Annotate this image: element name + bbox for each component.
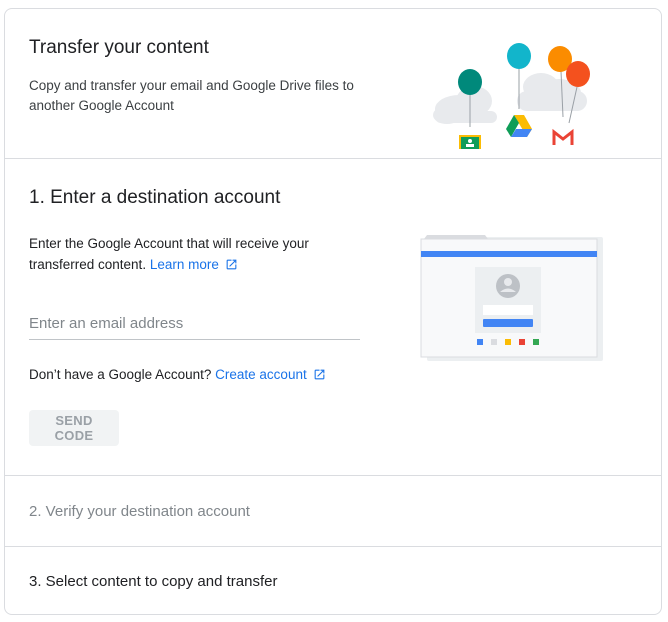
no-account-text: Don’t have a Google Account? <box>29 367 212 382</box>
user-avatar-icon <box>496 274 520 298</box>
page-title: Transfer your content <box>29 37 209 58</box>
no-account-row: Don’t have a Google Account? Create acco… <box>29 367 326 384</box>
send-code-button[interactable]: SEND CODE <box>29 410 119 446</box>
balloon-cyan <box>507 43 531 69</box>
page-subtitle: Copy and transfer your email and Google … <box>29 78 354 113</box>
google-classroom-icon <box>459 135 481 149</box>
open-in-new-icon[interactable] <box>225 256 238 277</box>
open-in-new-icon[interactable] <box>313 368 326 384</box>
balloon-red <box>566 61 590 87</box>
transfer-card: Transfer your content Copy and transfer … <box>4 8 662 615</box>
divider <box>5 158 661 159</box>
balloons-illustration <box>433 43 590 149</box>
email-field-wrapper <box>29 309 360 340</box>
learn-more-link[interactable]: Learn more <box>150 257 219 272</box>
divider <box>5 475 661 476</box>
email-input[interactable] <box>29 309 360 337</box>
gmail-icon <box>552 128 574 145</box>
step2-title[interactable]: 2. Verify your destination account <box>29 503 250 520</box>
create-account-link[interactable]: Create account <box>215 367 307 382</box>
step1-title: 1. Enter a destination account <box>29 187 281 208</box>
step1-description: Enter the Google Account that will recei… <box>29 233 349 277</box>
google-drive-icon <box>506 115 532 137</box>
step3-title[interactable]: 3. Select content to copy and transfer <box>29 573 277 590</box>
balloon-teal <box>458 69 482 95</box>
destination-account-illustration <box>420 235 603 361</box>
divider <box>5 546 661 547</box>
